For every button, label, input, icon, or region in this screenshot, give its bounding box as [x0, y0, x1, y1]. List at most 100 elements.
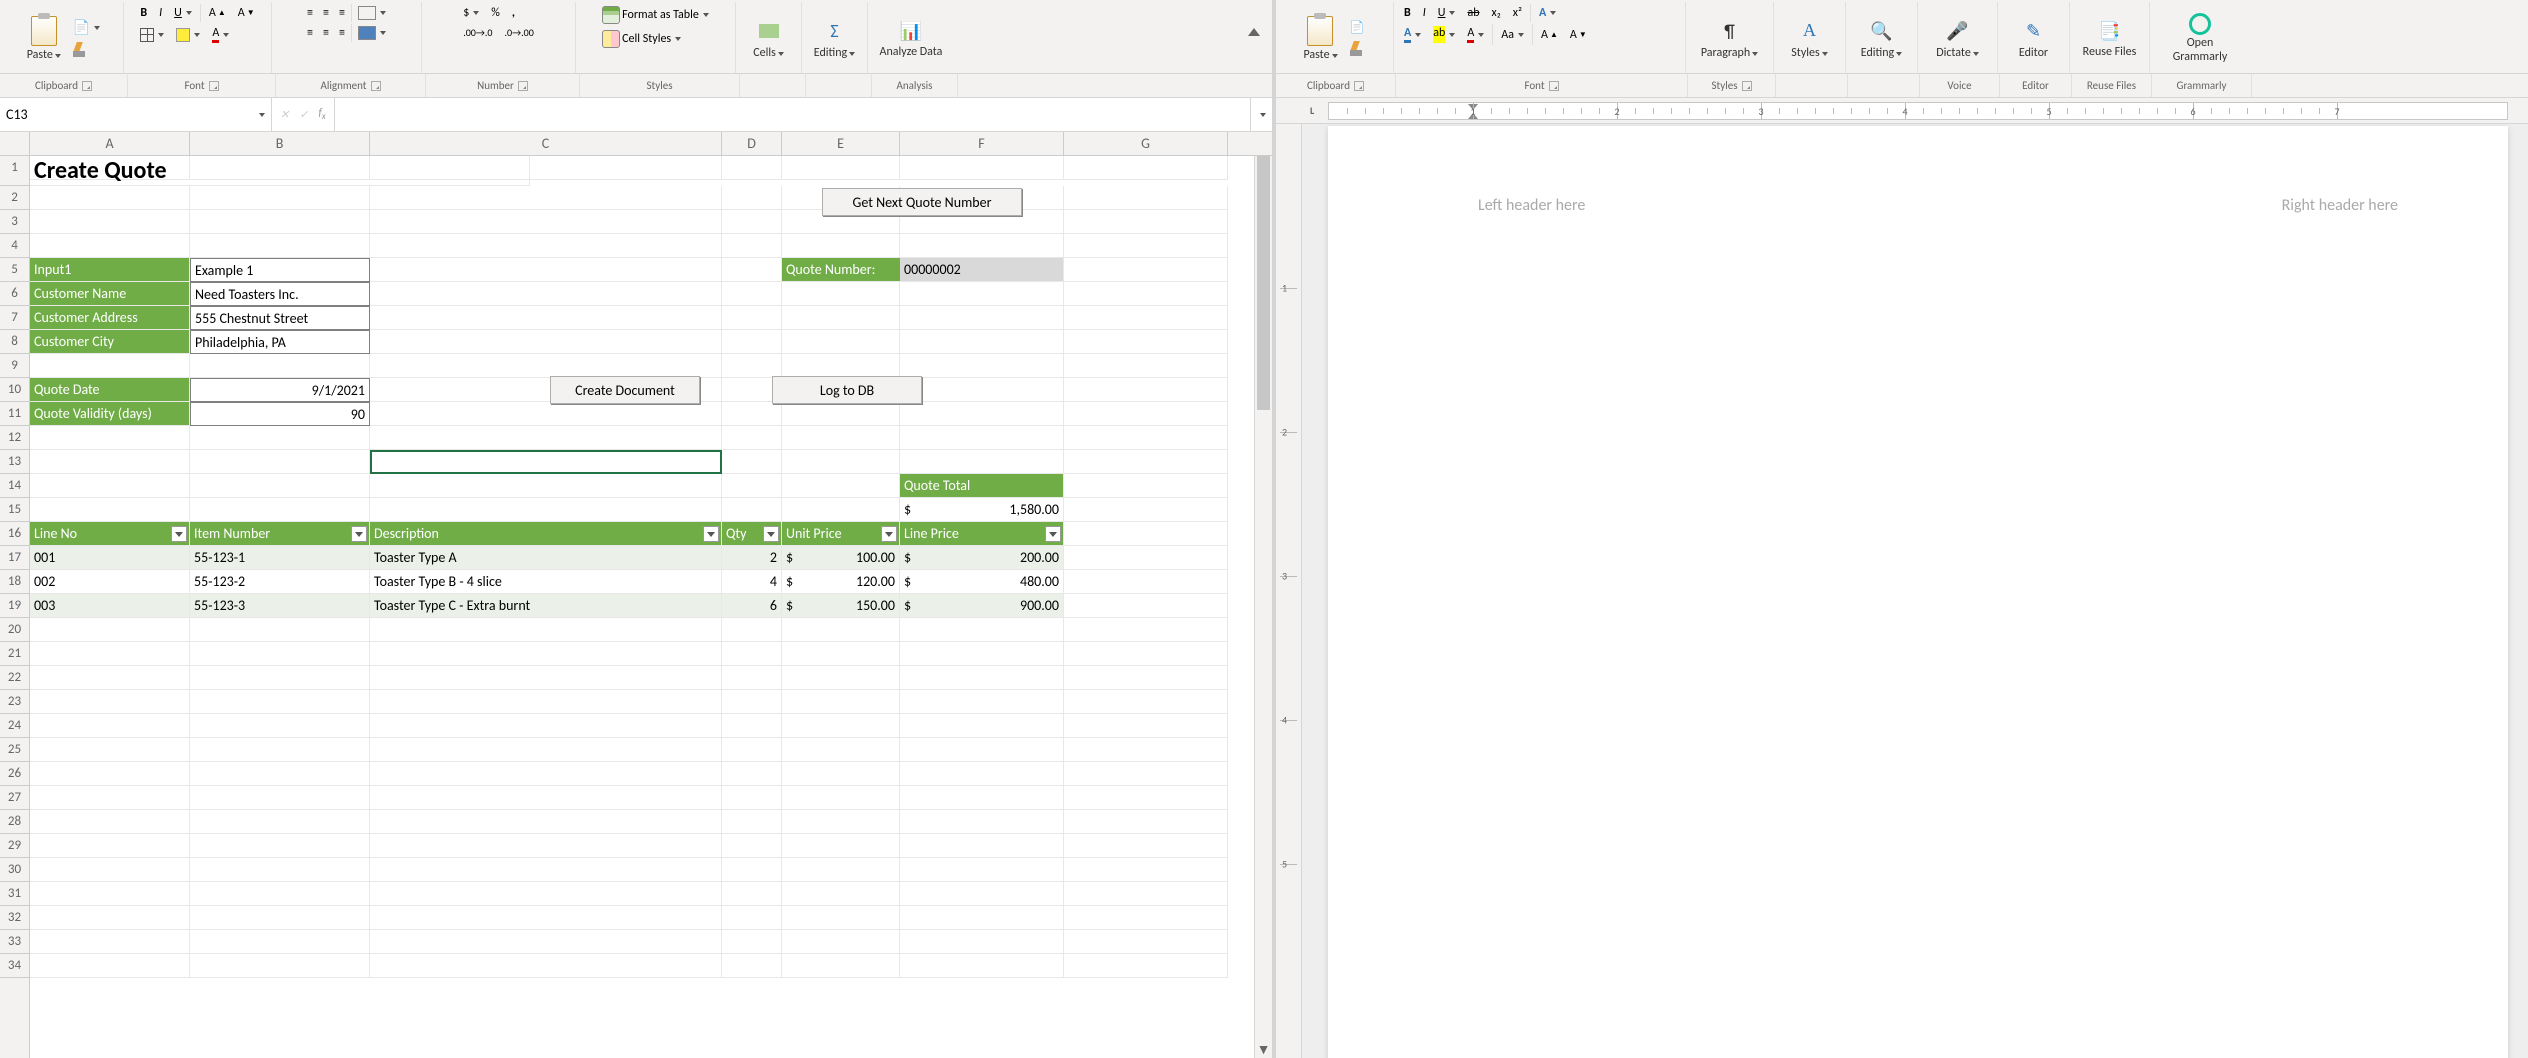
cell[interactable]	[190, 690, 370, 714]
analyze-data-button[interactable]: 📊 Analyze Data	[876, 18, 947, 59]
cell[interactable]	[782, 618, 900, 642]
cell[interactable]	[900, 306, 1064, 330]
cell[interactable]	[1064, 330, 1228, 354]
row-header-17[interactable]: 17	[0, 546, 29, 570]
cell[interactable]	[190, 834, 370, 858]
align-left-button[interactable]: ≡	[303, 24, 317, 42]
cell[interactable]	[370, 330, 722, 354]
cell[interactable]	[1064, 834, 1228, 858]
expand-formula-bar-button[interactable]	[1250, 98, 1272, 131]
cell[interactable]	[1064, 426, 1228, 450]
cell[interactable]	[782, 810, 900, 834]
format-as-table-button[interactable]: Format as Table	[598, 4, 713, 26]
quote-number-label[interactable]: Quote Number:	[782, 258, 910, 282]
dialog-launcher-icon[interactable]	[371, 81, 381, 91]
row-header-4[interactable]: 4	[0, 234, 29, 258]
row-header-13[interactable]: 13	[0, 450, 29, 474]
cell[interactable]	[900, 618, 1064, 642]
table-header[interactable]: Line No	[30, 522, 190, 546]
dictate-button[interactable]: 🎤 Dictate	[1932, 18, 1983, 60]
cell[interactable]	[370, 186, 722, 210]
table-header[interactable]: Line Price	[900, 522, 1064, 546]
table-row[interactable]: $480.00	[900, 570, 1064, 594]
cell[interactable]	[1064, 690, 1228, 714]
word-copy-button[interactable]: 📄	[1346, 18, 1374, 37]
cell[interactable]	[722, 882, 782, 906]
borders-button[interactable]	[136, 24, 168, 45]
cell[interactable]	[190, 954, 370, 978]
cell[interactable]	[30, 690, 190, 714]
cell[interactable]	[1064, 546, 1228, 570]
cell[interactable]	[1064, 906, 1228, 930]
cell[interactable]	[722, 906, 782, 930]
font-color-button[interactable]: A	[208, 24, 233, 45]
cell[interactable]	[782, 786, 900, 810]
align-middle-button[interactable]: ≡	[319, 4, 333, 22]
log-to-db-button[interactable]: Log to DB	[772, 376, 922, 404]
cell[interactable]	[370, 834, 722, 858]
cell[interactable]	[370, 906, 722, 930]
cell[interactable]	[1064, 474, 1228, 498]
field-value[interactable]: Need Toasters Inc.	[190, 282, 370, 306]
cell[interactable]	[30, 618, 190, 642]
cell-styles-button[interactable]: Cell Styles	[598, 28, 685, 50]
scroll-thumb[interactable]	[1257, 150, 1270, 410]
name-box[interactable]: C13	[0, 98, 272, 131]
word-paragraph-button[interactable]: ¶ Paragraph	[1697, 18, 1762, 60]
italic-button[interactable]: I	[155, 4, 166, 22]
cell[interactable]	[370, 738, 722, 762]
dialog-launcher-icon[interactable]	[209, 81, 219, 91]
word-grow-font-button[interactable]: A▲	[1537, 24, 1562, 45]
cell[interactable]	[370, 282, 722, 306]
cell[interactable]	[900, 642, 1064, 666]
cell[interactable]	[1064, 402, 1228, 426]
word-strike-button[interactable]: ab	[1463, 4, 1483, 22]
cell[interactable]	[722, 234, 782, 258]
cell[interactable]	[1064, 282, 1228, 306]
cell[interactable]	[190, 426, 370, 450]
cell[interactable]	[900, 354, 1064, 378]
cell[interactable]	[722, 762, 782, 786]
word-bold-button[interactable]: B	[1400, 4, 1415, 22]
cell[interactable]	[190, 882, 370, 906]
cell[interactable]	[1064, 738, 1228, 762]
cell[interactable]	[722, 330, 782, 354]
cell[interactable]	[370, 306, 722, 330]
row-header-1[interactable]: 1	[0, 156, 29, 186]
cell[interactable]	[190, 738, 370, 762]
cell[interactable]	[190, 906, 370, 930]
row-header-33[interactable]: 33	[0, 930, 29, 954]
word-font-effects-button[interactable]: A	[1535, 4, 1560, 22]
cell[interactable]	[782, 330, 900, 354]
header-right-placeholder[interactable]: Right header here	[2282, 196, 2398, 215]
row-header-29[interactable]: 29	[0, 834, 29, 858]
cell[interactable]	[190, 450, 370, 474]
cell[interactable]	[900, 762, 1064, 786]
accounting-format-button[interactable]: $	[459, 4, 483, 22]
cell[interactable]	[370, 354, 722, 378]
row-header-7[interactable]: 7	[0, 306, 29, 330]
cell[interactable]	[190, 714, 370, 738]
cell[interactable]	[900, 954, 1064, 978]
cell[interactable]	[900, 810, 1064, 834]
cell[interactable]	[722, 690, 782, 714]
cell[interactable]	[190, 210, 370, 234]
cell[interactable]	[782, 474, 900, 498]
row-header-10[interactable]: 10	[0, 378, 29, 402]
cell[interactable]	[370, 858, 722, 882]
cell[interactable]	[1064, 882, 1228, 906]
quote-total-value[interactable]: $1,580.00	[900, 498, 1064, 522]
merge-button[interactable]	[354, 24, 390, 42]
cell[interactable]	[782, 354, 900, 378]
cell[interactable]	[900, 714, 1064, 738]
word-italic-button[interactable]: I	[1419, 4, 1430, 22]
row-header-8[interactable]: 8	[0, 330, 29, 354]
align-bottom-button[interactable]: ≡	[335, 4, 349, 22]
cell[interactable]	[1064, 498, 1228, 522]
cell[interactable]	[900, 282, 1064, 306]
filter-dropdown-icon[interactable]	[703, 526, 719, 542]
cell[interactable]	[1064, 930, 1228, 954]
cell[interactable]	[30, 426, 190, 450]
cell[interactable]	[722, 210, 782, 234]
header-left-placeholder[interactable]: Left header here	[1478, 196, 1585, 215]
